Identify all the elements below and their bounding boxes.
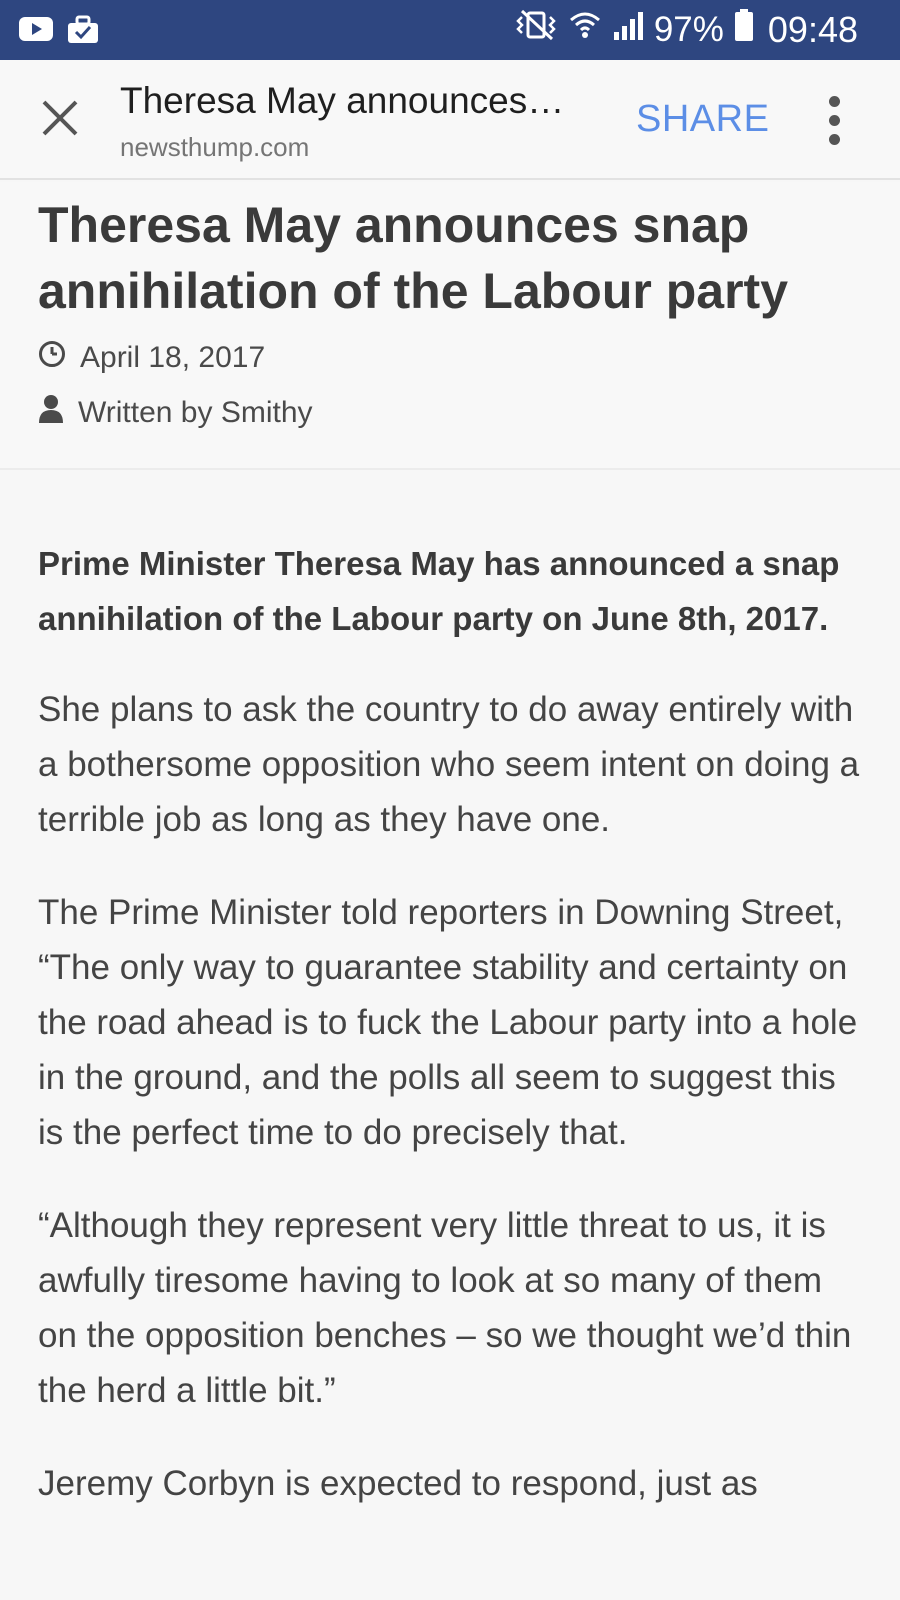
page-title: Theresa May announces…: [120, 80, 565, 121]
status-bar: 97% 09:48: [0, 0, 900, 60]
article-paragraph: Jeremy Corbyn is expected to respond, ju…: [38, 1464, 758, 1503]
battery-percent: 97%: [653, 9, 724, 49]
article-author: Written by Smithy: [78, 396, 313, 429]
article-header: Theresa May announces snap annihilation …: [0, 182, 900, 470]
close-icon: [40, 98, 80, 143]
article-headline: Theresa May announces snap annihilation …: [38, 197, 788, 319]
page-domain: newsthump.com: [120, 132, 310, 162]
more-options-button[interactable]: [818, 96, 852, 146]
status-left-icons: [18, 14, 100, 51]
article-lead-paragraph: Prime Minister Theresa May has announced…: [38, 545, 840, 637]
article-date-row: April 18, 2017: [38, 340, 265, 376]
user-icon: [38, 394, 64, 432]
browser-toolbar: Theresa May announces… newsthump.com SHA…: [0, 60, 900, 180]
article-paragraph: She plans to ask the country to do away …: [38, 690, 860, 839]
more-vertical-icon: [829, 96, 840, 107]
more-dot: [829, 115, 840, 126]
article-paragraph: The Prime Minister told reporters in Dow…: [38, 893, 858, 1152]
wifi-icon: [568, 8, 602, 51]
article-date: April 18, 2017: [80, 341, 266, 374]
clock-icon: [38, 340, 66, 376]
article-body: Prime Minister Theresa May has announced…: [38, 536, 868, 1549]
vibrate-mute-icon: [514, 8, 558, 51]
close-button[interactable]: [30, 90, 90, 150]
status-right-icons: 97% 09:48: [514, 8, 858, 51]
article-author-row: Written by Smithy: [38, 394, 313, 432]
youtube-icon: [18, 14, 54, 51]
article-paragraph: “Although they represent very little thr…: [38, 1206, 852, 1410]
status-clock: 09:48: [767, 8, 858, 50]
share-button[interactable]: SHARE: [636, 98, 769, 141]
briefcase-notification-icon: [66, 14, 100, 51]
more-dot: [829, 134, 840, 145]
battery-icon: [734, 8, 754, 51]
signal-icon: [612, 9, 644, 51]
